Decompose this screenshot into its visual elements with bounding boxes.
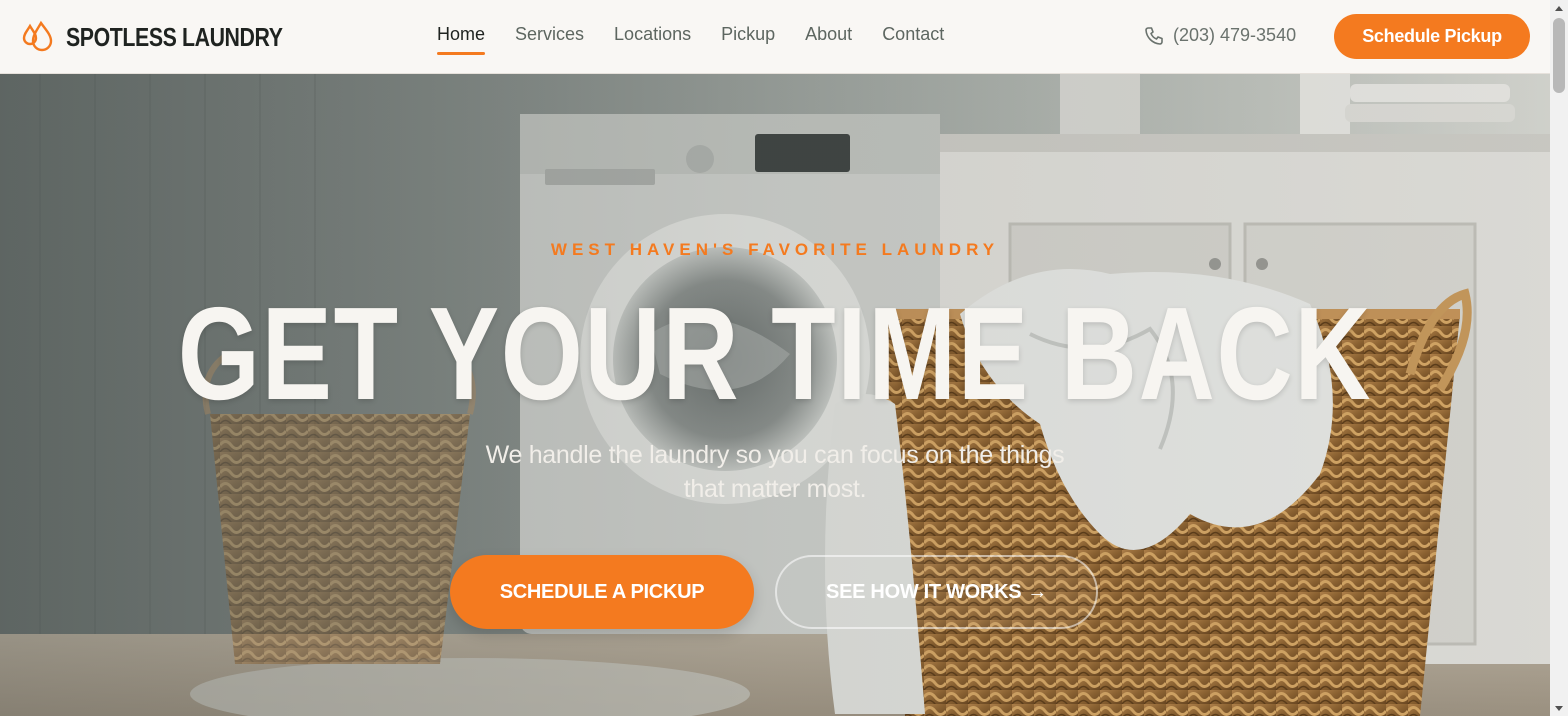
nav-item-contact[interactable]: Contact (882, 24, 944, 51)
main-nav: Home Services Locations Pickup About Con… (437, 24, 974, 55)
nav-item-home[interactable]: Home (437, 24, 486, 55)
brand-name: SPOTLESS LAUNDRY (66, 21, 283, 52)
nav-item-about[interactable]: About (805, 24, 852, 51)
see-how-it-works-button[interactable]: SEE HOW IT WORKS → (775, 555, 1098, 629)
brand-logo[interactable]: SPOTLESS LAUNDRY (21, 20, 330, 54)
hero-eyebrow: WEST HAVEN'S FAVORITE LAUNDRY (550, 240, 1000, 259)
schedule-pickup-button[interactable]: Schedule Pickup (1334, 14, 1530, 59)
hero-section: WEST HAVEN'S FAVORITE LAUNDRY GET YOUR T… (0, 74, 1550, 716)
phone-icon (1145, 26, 1163, 45)
nav-item-services[interactable]: Services (515, 24, 584, 51)
phone-link[interactable]: (203) 479-3540 (1144, 25, 1296, 46)
nav-item-pickup[interactable]: Pickup (721, 24, 775, 51)
phone-number: (203) 479-3540 (1173, 25, 1297, 45)
schedule-a-pickup-button[interactable]: SCHEDULE A PICKUP (450, 555, 754, 629)
nav-item-locations[interactable]: Locations (614, 24, 691, 51)
site-header: SPOTLESS LAUNDRY Home Services Locations… (0, 0, 1550, 74)
droplets-icon (22, 20, 53, 52)
arrow-right-icon: → (1027, 580, 1047, 603)
see-how-it-works-label: SEE HOW IT WORKS (826, 580, 1022, 603)
page-scrollbar[interactable] (1550, 0, 1568, 716)
scroll-thumb[interactable] (1553, 18, 1565, 93)
scroll-down-arrow-icon[interactable] (1555, 706, 1563, 711)
hero-subhead: We handle the laundry so you can focus o… (485, 441, 1065, 503)
scroll-up-arrow-icon[interactable] (1555, 6, 1563, 11)
hero-headline: GET YOUR TIME BACK (177, 280, 1373, 427)
